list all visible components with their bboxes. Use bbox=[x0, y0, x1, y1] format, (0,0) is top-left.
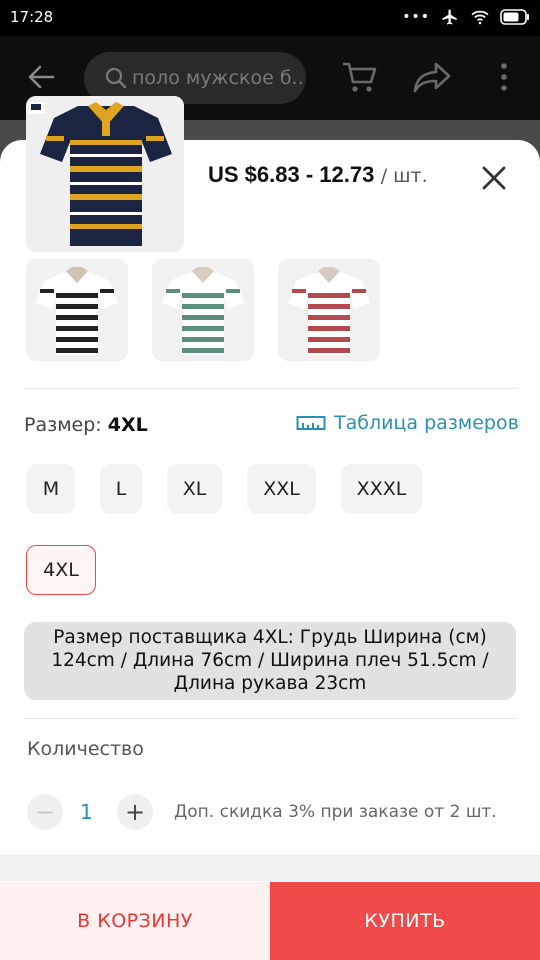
size-option-l[interactable]: L bbox=[100, 464, 142, 514]
close-icon[interactable] bbox=[480, 164, 508, 192]
quantity-decrease-button[interactable]: − bbox=[27, 794, 63, 830]
supplier-size-info: Размер поставщика 4XL: Грудь Ширина (см)… bbox=[24, 622, 516, 700]
size-label: Размер: 4XL bbox=[24, 414, 148, 436]
status-time: 17:28 bbox=[10, 8, 54, 26]
size-option-label: L bbox=[115, 478, 127, 500]
variant-black-white[interactable] bbox=[26, 259, 128, 361]
divider bbox=[24, 388, 516, 389]
status-icons: ••• bbox=[402, 8, 530, 26]
size-option-4xl[interactable]: 4XL bbox=[26, 545, 96, 595]
ruler-icon bbox=[296, 416, 326, 430]
quantity-increase-button[interactable]: + bbox=[117, 794, 153, 830]
size-option-label: M bbox=[42, 478, 60, 500]
size-option-xxxl[interactable]: XXXL bbox=[341, 464, 422, 514]
section-separator bbox=[0, 855, 540, 881]
price-value: US $6.83 - 12.73 bbox=[208, 162, 375, 187]
price-unit: / шт. bbox=[380, 165, 428, 187]
share-icon[interactable] bbox=[412, 60, 452, 94]
size-option-m[interactable]: M bbox=[27, 464, 75, 514]
cart-icon[interactable] bbox=[340, 58, 378, 96]
bulk-discount-note: Доп. скидка 3% при заказе от 2 шт. bbox=[174, 802, 497, 822]
search-icon bbox=[105, 67, 127, 89]
more-options-icon[interactable] bbox=[494, 60, 514, 94]
size-option-label: 4XL bbox=[43, 559, 79, 581]
size-label-text: Размер: bbox=[24, 414, 102, 436]
status-bar: 17:28 ••• bbox=[0, 0, 540, 36]
selected-size: 4XL bbox=[107, 414, 148, 436]
variant-red-white[interactable] bbox=[278, 259, 380, 361]
product-main-image bbox=[26, 96, 184, 252]
size-option-label: XL bbox=[182, 478, 207, 500]
quantity-label: Количество bbox=[27, 738, 144, 760]
divider bbox=[24, 718, 516, 719]
size-option-xl[interactable]: XL bbox=[167, 464, 222, 514]
size-table-label: Таблица размеров bbox=[334, 412, 519, 434]
airplane-mode-icon bbox=[442, 9, 457, 25]
battery-icon bbox=[500, 9, 529, 25]
size-option-xxl[interactable]: XXL bbox=[247, 464, 316, 514]
quantity-value[interactable]: 1 bbox=[80, 800, 93, 824]
more-dots-icon: ••• bbox=[402, 9, 430, 25]
size-table-link[interactable]: Таблица размеров bbox=[296, 412, 519, 434]
size-option-label: XXXL bbox=[356, 478, 407, 500]
color-variants bbox=[26, 259, 380, 361]
variant-green-white[interactable] bbox=[152, 259, 254, 361]
buy-now-button[interactable]: КУПИТЬ bbox=[270, 882, 540, 960]
wifi-icon bbox=[471, 10, 489, 25]
back-arrow-icon[interactable] bbox=[26, 62, 56, 92]
add-to-cart-button[interactable]: В КОРЗИНУ bbox=[0, 882, 270, 960]
price-range: US $6.83 - 12.73 / шт. bbox=[208, 162, 428, 188]
search-text: поло мужское б... bbox=[132, 67, 306, 89]
size-option-label: XXL bbox=[263, 478, 300, 500]
